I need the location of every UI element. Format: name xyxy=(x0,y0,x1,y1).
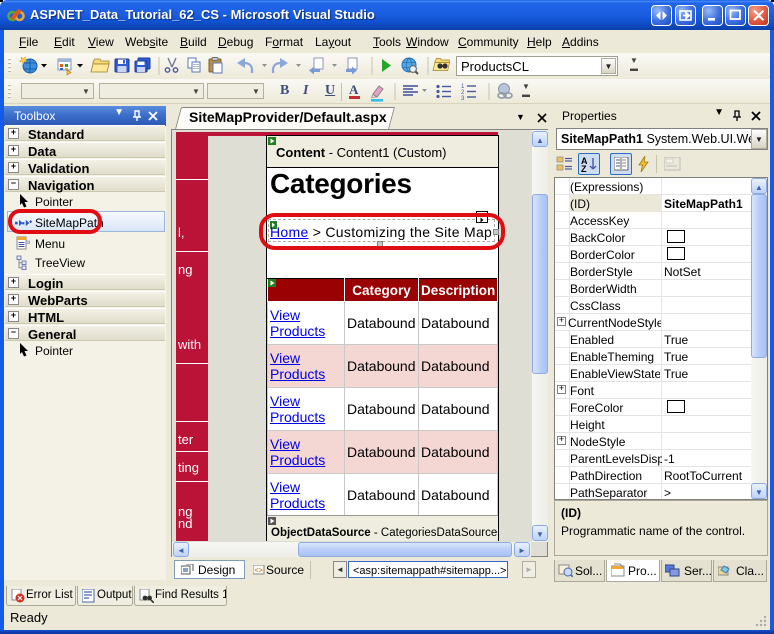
svg-text:A: A xyxy=(349,82,359,97)
svg-text:3: 3 xyxy=(461,96,465,102)
svg-text:<>: <> xyxy=(255,568,263,576)
svg-text:Z: Z xyxy=(581,164,587,173)
